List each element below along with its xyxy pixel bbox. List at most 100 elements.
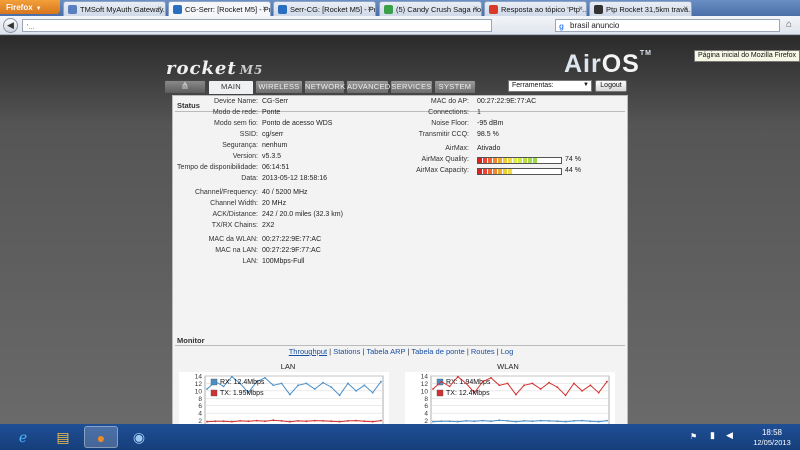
tab-advanced[interactable]: ADVANCED (346, 80, 390, 94)
data-point (481, 419, 484, 422)
data-point (457, 375, 459, 378)
web-page: rocket M5 AirOSTM ⋔ MAIN WIRELESS NETWORK AD… (0, 36, 800, 430)
data-point (305, 382, 308, 385)
data-point (347, 382, 349, 385)
data-point (606, 419, 608, 422)
legend-entry: TX: 1.95Mbps (220, 390, 264, 397)
y-tick-label: 8 (424, 396, 428, 403)
status-label: MAC da WLAN: (208, 236, 258, 243)
clock-date[interactable]: 12/05/2013 (748, 438, 796, 447)
status-value: nenhum (262, 142, 288, 149)
tab-favicon-icon (489, 5, 498, 14)
status-label: Tempo de disponibilidade: (177, 164, 258, 171)
data-point (322, 420, 324, 422)
data-point (473, 420, 476, 423)
close-icon[interactable]: × (157, 4, 162, 13)
data-point (330, 386, 333, 388)
close-icon[interactable]: × (683, 4, 688, 13)
data-point (589, 420, 592, 423)
status-label: Connections: (428, 109, 469, 116)
status-label: MAC na LAN: (215, 247, 258, 254)
firefox-menu-button[interactable]: Firefox ▼ (0, 0, 60, 14)
browser-tab[interactable]: CG-Serr: [Rocket M5] - Pr... × (168, 1, 271, 16)
tab-services[interactable]: SERVICES (390, 80, 433, 94)
browser-tab[interactable]: Resposta ao tópico 'Ptp ... × (484, 1, 587, 16)
status-label: Modo de rede: (212, 109, 258, 116)
status-value: 98.5 % (477, 131, 499, 138)
close-icon[interactable]: × (367, 4, 372, 13)
data-point (330, 420, 333, 423)
rocket-logo-text: rocket (166, 58, 237, 79)
browser-tab[interactable]: Ptp Rocket 31,5km trava... × (589, 1, 692, 16)
browser-tab[interactable]: (5) Candy Crush Saga no ... × (379, 1, 482, 16)
data-point (432, 388, 434, 390)
data-point (564, 394, 567, 397)
airmax-level-bar (477, 157, 562, 164)
data-point (272, 384, 275, 387)
data-point (289, 420, 291, 423)
status-label: ACK/Distance: (212, 211, 258, 218)
logout-button[interactable]: Logout (595, 80, 627, 92)
ie-icon[interactable]: ℯ (6, 426, 40, 448)
url-bar[interactable]: '... (22, 19, 492, 32)
search-input[interactable]: g brasil anuncio (555, 19, 780, 32)
monitor-link-routes[interactable]: Routes (471, 347, 495, 356)
data-point (539, 388, 542, 390)
tab-main[interactable]: MAIN (208, 80, 254, 95)
data-point (597, 391, 600, 394)
monitor-link-stations[interactable]: Stations (333, 347, 360, 356)
browser-tab-label: (5) Candy Crush Saga no ... (396, 5, 482, 14)
network-icon[interactable]: ▮ (710, 430, 715, 441)
status-label: Modo sem fio: (214, 120, 258, 127)
back-button[interactable]: ◀ (3, 18, 18, 33)
data-point (490, 420, 492, 423)
ubnt-logo-tab[interactable]: ⋔ (164, 80, 206, 94)
data-point (247, 420, 250, 423)
data-point (531, 382, 534, 385)
tab-network[interactable]: NETWORK (304, 80, 345, 94)
thunderbird-icon[interactable]: ◉ (122, 426, 156, 448)
data-point (490, 377, 492, 379)
chevron-down-icon: ▼ (583, 82, 589, 88)
tab-system[interactable]: SYSTEM (434, 80, 476, 94)
home-icon[interactable]: ⌂ (786, 19, 792, 30)
tools-select[interactable]: Ferramentas: ▼ (508, 80, 592, 92)
data-point (539, 419, 542, 422)
close-icon[interactable]: × (578, 4, 583, 13)
data-point (531, 420, 534, 423)
speaker-icon[interactable]: ◀ (726, 430, 733, 441)
data-point (297, 420, 299, 422)
explorer-icon[interactable]: ▤ (46, 426, 80, 448)
y-tick-label: 4 (198, 411, 202, 418)
firefox-icon[interactable]: ● (84, 426, 118, 448)
clock-time[interactable]: 18:58 (752, 428, 792, 437)
search-value: brasil anuncio (570, 21, 620, 30)
data-point (465, 382, 467, 385)
lan-graph-title: LAN (280, 362, 296, 371)
data-point (448, 385, 451, 388)
data-point (380, 419, 382, 422)
status-value: 00:27:22:9E:77:AC (477, 98, 537, 105)
data-point (506, 382, 509, 385)
data-point (355, 390, 357, 392)
tab-wireless[interactable]: WIRELESS (255, 80, 303, 94)
status-value: 20 MHz (262, 200, 287, 207)
monitor-link-tabela-de-ponte[interactable]: Tabela de ponte (411, 347, 464, 356)
data-point (363, 420, 366, 423)
data-point (556, 386, 559, 388)
browser-tab[interactable]: Serr-CG: [Rocket M5] - Pr... × (273, 1, 376, 16)
data-point (222, 420, 225, 423)
monitor-link-throughput[interactable]: Throughput (289, 347, 327, 356)
monitor-link-tabela-arp[interactable]: Tabela ARP (366, 347, 405, 356)
close-icon[interactable]: × (473, 4, 478, 13)
browser-tab[interactable]: TMSoft MyAuth Gateway... × (63, 1, 166, 16)
flag-icon[interactable]: ⚑ (690, 432, 697, 441)
google-icon: g (559, 22, 564, 31)
status-value: Ponto de acesso WDS (262, 120, 333, 127)
data-point (498, 384, 501, 387)
close-icon[interactable]: × (262, 4, 267, 13)
status-label: AirMax Quality: (421, 156, 469, 163)
monitor-link-log[interactable]: Log (501, 347, 514, 356)
data-point (515, 393, 517, 396)
data-point (506, 420, 509, 422)
